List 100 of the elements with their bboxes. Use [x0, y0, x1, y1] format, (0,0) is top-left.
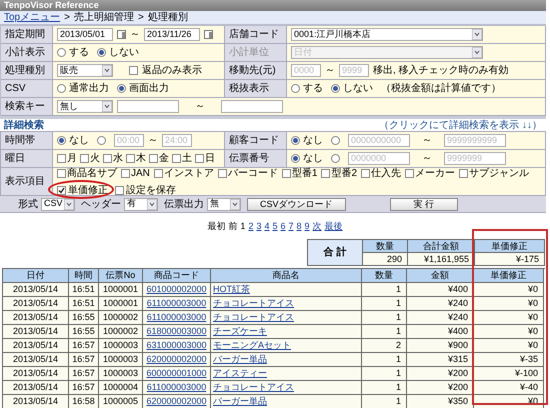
checkbox-label: 月 [67, 152, 77, 166]
column-header: 商品名 [211, 269, 362, 283]
input-field[interactable]: 9999999 [444, 152, 506, 165]
select-field[interactable]: 0001:江戸川橋本店 [291, 28, 483, 41]
page-link[interactable]: 5 [272, 220, 278, 234]
table-cell: 1 [362, 367, 407, 381]
csv-download-button[interactable]: CSVダウンロード [247, 198, 346, 210]
checkbox-label: 土 [182, 152, 192, 166]
table-cell: ¥400 [407, 283, 474, 297]
breadcrumb-link[interactable]: Topメニュー [4, 10, 60, 25]
radio-label: しない [343, 82, 373, 96]
column-header: 時間 [69, 269, 99, 283]
table-cell: 1000001 [99, 283, 143, 297]
radio-label: する [69, 46, 89, 60]
checkbox-label: インストア [164, 166, 214, 180]
checkbox-label: 商品名サブ [67, 166, 117, 180]
select-field[interactable]: 有 [124, 198, 158, 210]
table-cell: 2013/05/14 [3, 339, 69, 353]
column-header: 伝票No [99, 269, 143, 283]
product-name-link[interactable]: HOT紅茶 [213, 284, 250, 294]
input-field[interactable]: 00:00 [114, 134, 144, 147]
summary-label: 合 計 [308, 240, 363, 266]
table-cell: 16:57 [69, 381, 99, 395]
table-cell: ¥315 [407, 353, 474, 367]
page-link[interactable]: 6 [280, 220, 286, 234]
label-text: ヘッダー [81, 198, 121, 212]
detail-toggle-link[interactable]: （クリックにて詳細検索を表示 ↓↓） [379, 118, 542, 132]
page-link[interactable]: 最後 [324, 220, 343, 234]
page-link[interactable]: 2 [248, 220, 254, 234]
breadcrumb-separator: > [138, 11, 144, 25]
page-link[interactable]: 7 [288, 220, 294, 234]
select-field[interactable]: CSV [41, 198, 75, 210]
table-cell: 2013/05/14 [3, 283, 69, 297]
page-link[interactable]: 4 [264, 220, 270, 234]
table-cell: 290 [363, 253, 408, 266]
breadcrumb-separator: > [64, 11, 70, 25]
table-cell: 2013/05/14 [3, 353, 69, 367]
input-field[interactable]: 2013/05/01 [57, 28, 113, 41]
label-text: 店舗コード [229, 28, 279, 42]
input-field[interactable]: 24:00 [162, 134, 192, 147]
column-header: 金額 [407, 269, 474, 283]
select-field[interactable]: 無し [57, 100, 113, 113]
table-cell: 1000003 [99, 353, 143, 367]
table-cell: 2013/05/14 [3, 325, 69, 339]
range-separator: ～ [325, 64, 335, 78]
table-cell: 1 [362, 311, 407, 325]
table-cell: ¥0 [474, 311, 544, 325]
table-cell: ¥-175 [475, 253, 545, 266]
range-separator: ～ [422, 152, 432, 166]
table-cell: 1000001 [99, 297, 143, 311]
checkbox-label: 木 [136, 152, 146, 166]
select-field[interactable]: 無 [207, 198, 241, 210]
checkbox-label: メーカー [415, 166, 456, 180]
checkbox-label: バーコード [228, 166, 278, 180]
breadcrumb-item: 処理種別 [148, 11, 188, 25]
hint-text: 移出, 移入チェック時のみ有効 [373, 64, 509, 78]
column-header: 合計金額 [408, 240, 475, 253]
input-field[interactable]: 9999 [339, 64, 369, 77]
page-text: 前 [228, 220, 238, 234]
column-header: 商品コード [143, 269, 211, 283]
table-cell: ¥400 [407, 325, 474, 339]
label-text: 小計表示 [5, 46, 45, 60]
table-cell: 16:57 [69, 367, 99, 381]
checkbox-label: 火 [90, 152, 100, 166]
label-text: 小計単位 [229, 46, 269, 60]
input-field[interactable]: 9999999999 [444, 134, 506, 147]
table-cell: 16:57 [69, 353, 99, 367]
label-text: 移動先(元) [229, 64, 276, 78]
range-separator: ～ [195, 100, 205, 114]
table-cell: 2013/05/14 [3, 367, 69, 381]
range-separator: ～ [422, 134, 432, 148]
table-cell: 1 [362, 353, 407, 367]
breadcrumb-item: 売上明細管理 [74, 10, 134, 25]
input-field[interactable]: 0000000000 [348, 134, 410, 147]
page-text: 最初 [207, 220, 226, 234]
table-cell: 2013/05/14 [3, 381, 69, 395]
table-cell: 16:57 [69, 339, 99, 353]
run-button[interactable]: 実 行 [390, 198, 458, 210]
table-cell: 1000003 [99, 339, 143, 353]
label-text: 時間帯 [5, 134, 35, 148]
input-field[interactable]: 0000 [291, 64, 321, 77]
table-cell: 2013/05/14 [3, 395, 69, 408]
checkbox-label: 返品のみ表示 [142, 64, 202, 78]
page-link[interactable]: 次 [312, 220, 322, 234]
table-cell: ¥0 [474, 283, 544, 297]
table-cell: 1000004 [99, 381, 143, 395]
page-link[interactable]: 8 [296, 220, 302, 234]
label-text: 伝票出力 [164, 198, 204, 212]
page-link[interactable]: 9 [304, 220, 310, 234]
column-header: 単価修正 [474, 269, 544, 283]
page-link[interactable]: 3 [256, 220, 262, 234]
select-field[interactable]: 販売 [57, 64, 113, 77]
input-field[interactable]: 0000000 [348, 152, 410, 165]
table-cell: ¥0 [474, 325, 544, 339]
checkbox-label: サブジャンル [469, 166, 530, 180]
label-text: 処理種別 [5, 64, 45, 78]
column-header: 単価修正 [475, 240, 545, 253]
current-page: 1 [240, 220, 246, 234]
input-field[interactable]: 2013/11/26 [144, 28, 200, 41]
table-cell: 16:51 [69, 297, 99, 311]
